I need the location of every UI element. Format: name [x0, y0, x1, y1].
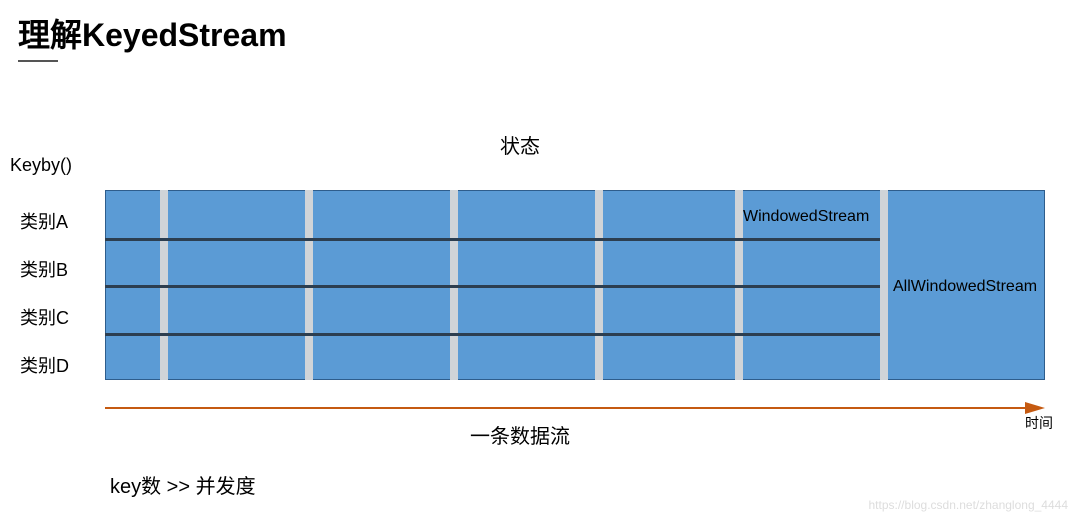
state-label: 状态	[500, 130, 540, 159]
page-title: 理解KeyedStream	[18, 10, 287, 56]
horizontal-divider	[105, 238, 880, 241]
all-windowed-stream-label: AllWindowedStream	[893, 278, 1037, 296]
time-label: 时间	[1025, 413, 1053, 433]
keyby-label: Keyby()	[10, 155, 72, 176]
category-b: 类别B	[20, 246, 69, 294]
horizontal-divider	[105, 333, 880, 336]
horizontal-divider	[105, 285, 880, 288]
stream-label: 一条数据流	[470, 420, 570, 449]
category-d: 类别D	[20, 342, 69, 390]
diagram: WindowedStream AllWindowedStream	[105, 190, 1045, 380]
title-underline	[18, 60, 58, 62]
vertical-divider	[880, 190, 888, 380]
watermark: https://blog.csdn.net/zhanglong_4444	[869, 498, 1069, 512]
footer-note: key数 >> 并发度	[110, 470, 256, 499]
category-labels: 类别A 类别B 类别C 类别D	[20, 198, 69, 390]
time-arrow	[105, 398, 1045, 418]
category-a: 类别A	[20, 198, 69, 246]
category-c: 类别C	[20, 294, 69, 342]
windowed-stream-label: WindowedStream	[743, 208, 869, 226]
